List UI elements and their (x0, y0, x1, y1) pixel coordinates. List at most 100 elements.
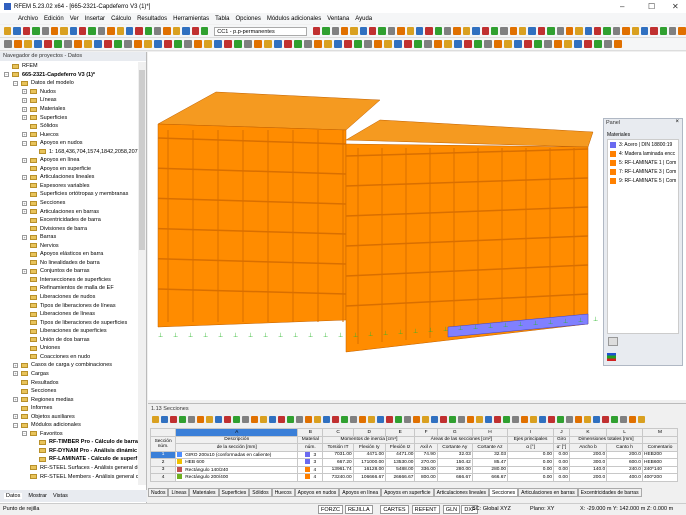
table-toolbar-icon[interactable] (260, 416, 267, 423)
comment-cell[interactable]: 400*200 (641, 473, 679, 482)
cell-i[interactable]: 0.00 (507, 458, 555, 467)
column-letter[interactable]: C (322, 428, 354, 437)
tree-item[interactable]: Excentricidades de barra (0, 216, 138, 225)
maximize-button[interactable]: ☐ (648, 2, 655, 11)
toolbar-button-icon[interactable] (334, 40, 342, 48)
column-letter[interactable]: K (568, 428, 608, 437)
material-number[interactable]: 4 (297, 473, 324, 482)
toolbar-button-icon[interactable] (124, 40, 132, 48)
tree-item[interactable]: RFEM (0, 62, 138, 71)
toolbar-button-icon[interactable] (13, 27, 21, 35)
toolbar-button-icon[interactable] (134, 40, 142, 48)
menu-item[interactable]: Herramientas (173, 16, 209, 22)
toolbar-button-icon[interactable] (116, 27, 124, 35)
table-toolbar-icon[interactable] (449, 416, 456, 423)
toolbar-button-icon[interactable] (94, 40, 102, 48)
toolbar-button-icon[interactable] (107, 27, 115, 35)
toolbar-button-icon[interactable] (547, 27, 555, 35)
cell-c[interactable]: 667.20 (322, 458, 354, 467)
toolbar-button-icon[interactable] (60, 27, 68, 35)
expand-icon[interactable]: + (13, 414, 18, 420)
navigator-scrollbar[interactable] (138, 62, 146, 485)
toolbar-button-icon[interactable] (144, 27, 152, 35)
tree-item[interactable]: RF-LAMINATE - Cálculo de superf (0, 455, 138, 464)
table-toolbar-icon[interactable] (602, 416, 609, 423)
toolbar-button-icon[interactable] (34, 40, 42, 48)
tree-item[interactable]: Secciones (0, 387, 138, 396)
table-toolbar-icon[interactable] (377, 416, 384, 423)
toolbar-button-icon[interactable] (200, 27, 209, 35)
table-toolbar-icon[interactable] (422, 416, 429, 423)
cell-h[interactable]: 666.67 (471, 473, 509, 482)
tree-item[interactable]: + Barras (0, 233, 138, 242)
table-tab[interactable]: Nudos (148, 487, 169, 497)
table-toolbar-icon[interactable] (611, 416, 618, 423)
expand-icon[interactable]: + (22, 115, 27, 121)
table-toolbar-icon[interactable] (188, 416, 195, 423)
toolbar-button-icon[interactable] (125, 27, 134, 35)
status-toggle[interactable]: REJILLA (345, 505, 373, 514)
cell-l[interactable]: 600.0 (606, 458, 643, 467)
column-letter[interactable]: B (297, 428, 324, 437)
tree-item[interactable]: Nervios (0, 241, 138, 250)
column-letter[interactable]: L (606, 428, 643, 437)
toolbar-button-icon[interactable] (640, 27, 649, 35)
table-toolbar-icon[interactable] (386, 416, 393, 423)
table-toolbar-icon[interactable] (179, 416, 186, 423)
cell-g[interactable]: 32.03 (436, 450, 473, 459)
toolbar-button-icon[interactable] (79, 27, 87, 35)
menu-item[interactable]: Tabla (215, 16, 229, 22)
collapse-icon[interactable]: − (13, 80, 18, 86)
table-tab[interactable]: Secciones (489, 487, 519, 497)
toolbar-button-icon[interactable] (359, 27, 368, 35)
comment-cell[interactable]: HEB600 (641, 458, 679, 467)
table-toolbar-icon[interactable] (530, 416, 537, 423)
table-toolbar-icon[interactable] (314, 416, 321, 423)
toolbar-button-icon[interactable] (184, 40, 192, 48)
cell-f[interactable]: 270.00 (414, 458, 438, 467)
toolbar-button-icon[interactable] (254, 40, 262, 48)
section-description[interactable]: HEB 600 (175, 458, 299, 467)
toolbar-button-icon[interactable] (650, 27, 658, 35)
collapse-icon[interactable]: − (4, 72, 9, 78)
comment-cell[interactable]: HEB200 (641, 450, 679, 459)
column-letter[interactable]: M (641, 428, 679, 437)
toolbar-button-icon[interactable] (612, 27, 621, 35)
table-toolbar-icon[interactable] (296, 416, 303, 423)
toolbar-button-icon[interactable] (214, 40, 222, 48)
toolbar-button-icon[interactable] (204, 40, 212, 48)
section-description[interactable]: GIRO 200x10 (conformadas en caliente) (175, 450, 299, 459)
toolbar-button-icon[interactable] (574, 40, 582, 48)
toolbar-button-icon[interactable] (69, 27, 77, 35)
tree-item[interactable]: + Conjuntos de barras (0, 267, 138, 276)
toolbar-button-icon[interactable] (378, 27, 386, 35)
tree-item[interactable]: Refinamientos de malla de EF (0, 284, 138, 293)
table-toolbar-icon[interactable] (485, 416, 492, 423)
tree-item[interactable]: RF-STEEL Members - Análisis general c (0, 472, 138, 481)
toolbar-button-icon[interactable] (154, 27, 162, 35)
table-toolbar-icon[interactable] (251, 416, 258, 423)
row-number[interactable]: 1 (149, 450, 177, 459)
table-toolbar-icon[interactable] (629, 416, 636, 423)
cell-c[interactable]: 7031.00 (322, 450, 354, 459)
column-letter[interactable]: J (553, 428, 570, 437)
expand-icon[interactable]: + (13, 371, 18, 377)
tree-item[interactable]: Divisiones de barra (0, 224, 138, 233)
tree-item[interactable]: + Huecos (0, 130, 138, 139)
toolbar-button-icon[interactable] (174, 40, 182, 48)
toolbar-button-icon[interactable] (504, 40, 512, 48)
table-tab[interactable]: Huecos (271, 487, 295, 497)
toolbar-button-icon[interactable] (22, 27, 31, 35)
cell-j[interactable]: 0.00 (553, 458, 570, 467)
material-number[interactable]: 4 (297, 465, 324, 474)
table-row[interactable]: 3 Rectángulo 140/240 4 13961.74 16128.00 5488… (149, 465, 679, 474)
toolbar-button-icon[interactable] (537, 27, 546, 35)
column-letter[interactable]: E (384, 428, 416, 437)
toolbar-button-icon[interactable] (4, 27, 12, 35)
toolbar-button-icon[interactable] (519, 27, 527, 35)
toolbar-button-icon[interactable] (669, 27, 677, 35)
table-toolbar-icon[interactable] (458, 416, 465, 423)
table-tab[interactable]: Apoyos en nudos (294, 487, 340, 497)
cell-k[interactable]: 200.0 (568, 450, 608, 459)
toolbar-button-icon[interactable] (384, 40, 392, 48)
